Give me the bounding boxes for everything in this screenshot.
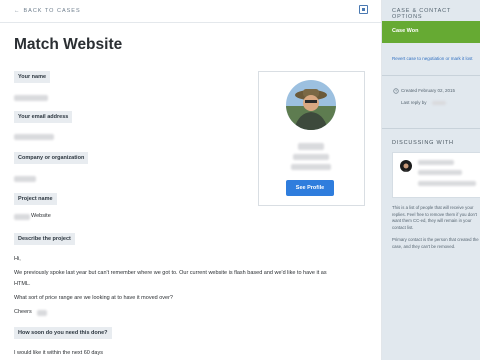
field-label-describe: Describe the project <box>14 233 75 245</box>
message-signoff: Cheers <box>14 309 32 315</box>
back-arrow-icon: ← <box>14 8 21 14</box>
discussing-contact-avatar <box>400 160 412 172</box>
when-value: I would like it within the next 60 days <box>14 350 103 356</box>
sidebar-divider <box>382 75 480 76</box>
redacted-name <box>14 95 48 101</box>
clock-icon <box>393 88 399 94</box>
case-won-status[interactable]: Case Won <box>382 21 480 43</box>
redacted-discuss-name <box>418 160 454 165</box>
revert-case-link[interactable]: Revert case to negotiation or mark it lo… <box>392 56 473 61</box>
discussing-help-text: This is a list of people that will recei… <box>392 205 477 230</box>
message-line-1: We previously spoke last year but can't … <box>14 270 327 276</box>
case-title: Match Website <box>14 36 123 53</box>
top-bar: ← BACK TO CASES <box>0 0 381 23</box>
sidebar-divider-2 <box>382 128 480 129</box>
field-label-when: How soon do you need this done? <box>14 327 112 339</box>
case-won-label: Case Won <box>392 28 419 34</box>
redacted-contact-line-1 <box>293 154 329 160</box>
redacted-contact-name <box>298 143 324 150</box>
back-label: BACK TO CASES <box>23 8 81 14</box>
back-to-cases-link[interactable]: ← BACK TO CASES <box>14 8 81 14</box>
last-reply-by: Last reply by <box>401 100 427 105</box>
avatar-photo-icon <box>286 80 336 130</box>
created-date: Created February 02, 2015 <box>401 88 456 93</box>
redacted-discuss-line-1 <box>418 170 462 175</box>
message-line-2: HTML. <box>14 281 31 287</box>
field-label-project: Project name <box>14 193 57 205</box>
field-label-name: Your name <box>14 71 51 83</box>
project-name-value: Website <box>31 213 51 219</box>
expand-icon[interactable] <box>359 5 368 14</box>
sidebar-header: CASE & CONTACT OPTIONS <box>392 8 451 20</box>
discussing-contact-card <box>392 152 480 198</box>
redacted-last-reply-name <box>432 101 446 105</box>
redacted-email <box>14 134 54 140</box>
redacted-contact-line-2 <box>291 164 331 170</box>
redacted-discuss-line-2 <box>418 181 476 186</box>
redacted-project-prefix <box>14 214 30 220</box>
field-label-email: Your email address <box>14 111 73 123</box>
primary-contact-help-text: Primary contact is the person that creat… <box>392 237 479 249</box>
message-greeting: Hi, <box>14 256 21 262</box>
message-line-3: What sort of price range are we looking … <box>14 295 173 301</box>
see-profile-button[interactable]: See Profile <box>286 180 334 196</box>
discussing-with-header: DISCUSSING WITH <box>392 140 454 146</box>
redacted-signoff-name <box>37 310 47 316</box>
contact-avatar <box>286 80 336 130</box>
redacted-company <box>14 176 36 182</box>
field-label-company: Company or organization <box>14 152 89 164</box>
